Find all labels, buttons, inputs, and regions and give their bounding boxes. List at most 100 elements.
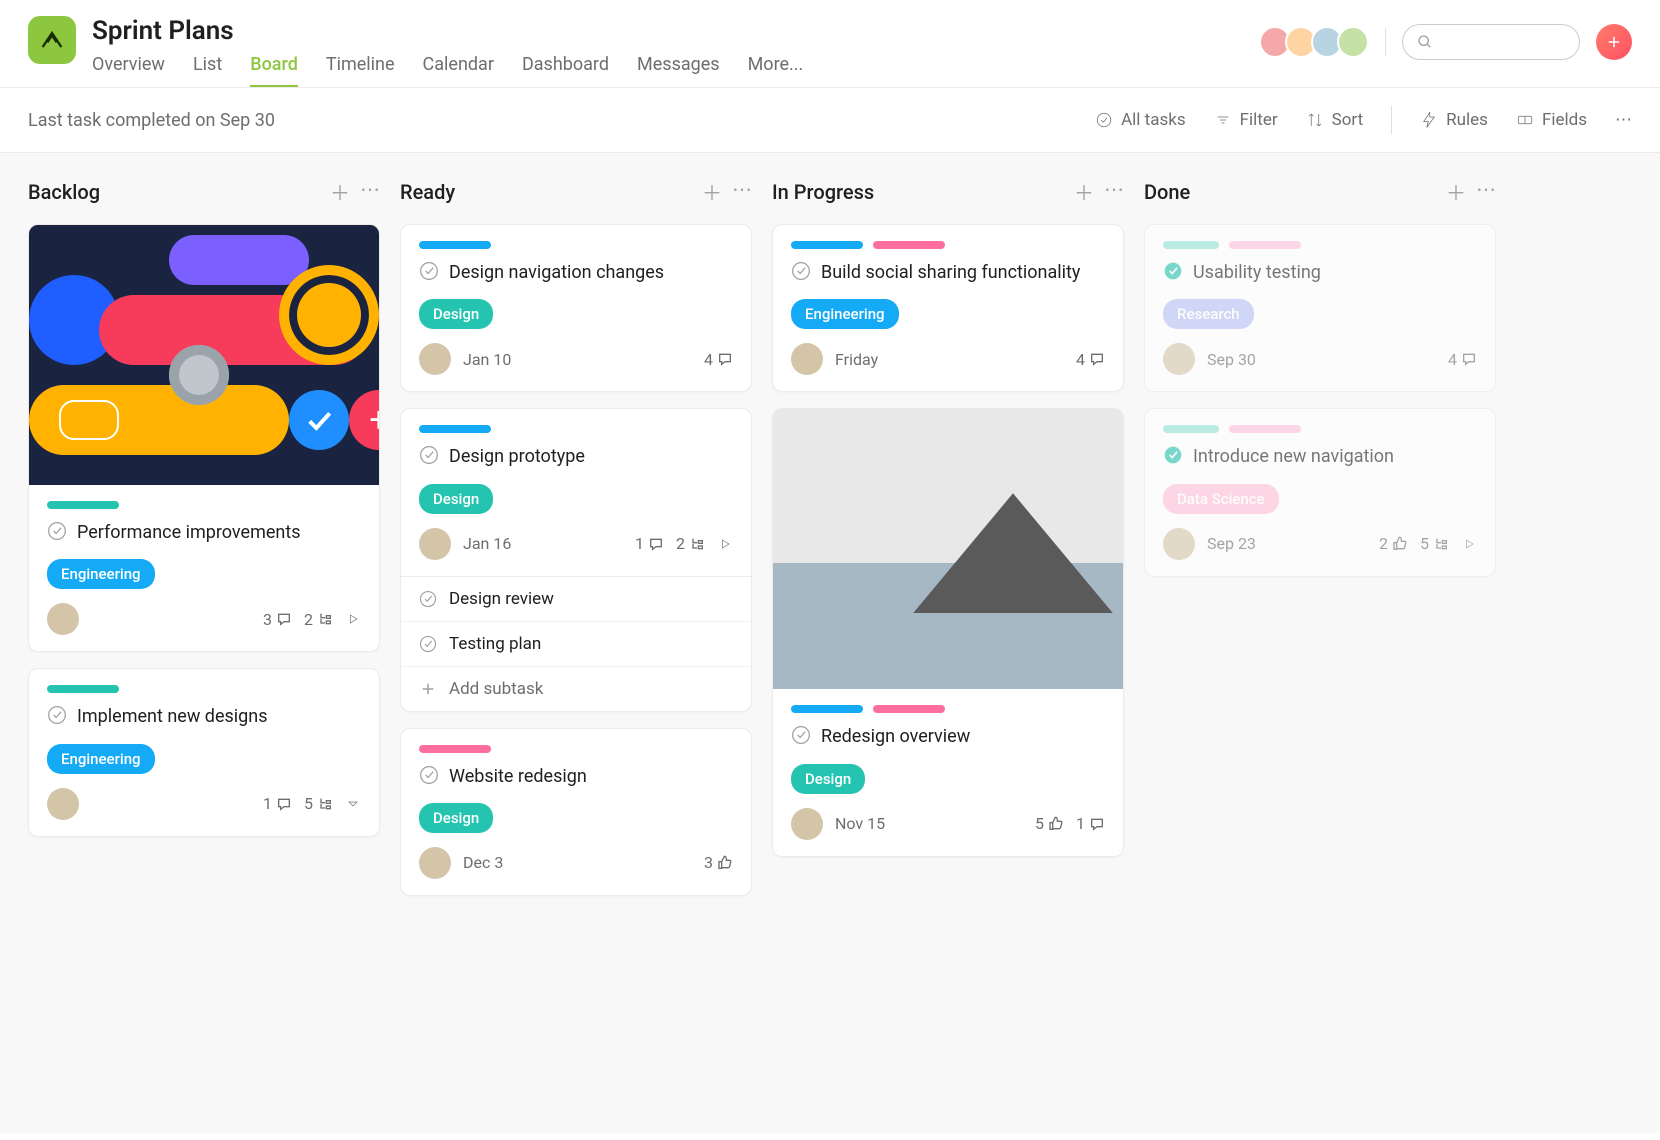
global-add-button[interactable] <box>1596 24 1632 60</box>
stat-subtask[interactable]: 5 <box>1420 534 1449 553</box>
tab-dashboard[interactable]: Dashboard <box>522 48 609 87</box>
due-date: Sep 23 <box>1207 534 1256 553</box>
task-title: Usability testing <box>1193 261 1321 285</box>
stat-like[interactable]: 5 <box>1035 814 1064 833</box>
stat-like[interactable]: 2 <box>1379 534 1408 553</box>
assignee-avatar[interactable] <box>47 788 79 820</box>
tag-engineering[interactable]: Engineering <box>47 559 155 589</box>
tab-overview[interactable]: Overview <box>92 48 165 87</box>
check-circle-icon <box>1095 111 1113 129</box>
complete-checkbox[interactable] <box>791 261 811 281</box>
complete-checkbox[interactable] <box>791 725 811 745</box>
task-title: Website redesign <box>449 765 587 789</box>
tag-design[interactable]: Design <box>419 484 493 514</box>
status-pill <box>419 425 491 433</box>
complete-checkbox[interactable] <box>47 521 67 541</box>
card-pills <box>419 241 733 249</box>
assignee-avatar[interactable] <box>419 847 451 879</box>
add-card-button[interactable]: ＋ <box>1446 177 1466 206</box>
task-card[interactable]: Design prototypeDesignJan 1612Design rev… <box>400 408 752 711</box>
search-input[interactable] <box>1402 24 1580 60</box>
tag-design[interactable]: Design <box>419 299 493 329</box>
column-menu[interactable]: ⋯ <box>360 177 380 206</box>
filter-button[interactable]: Filter <box>1214 110 1278 130</box>
task-card[interactable]: Redesign overviewDesignNov 1551 <box>772 408 1124 856</box>
assignee-avatar[interactable] <box>419 343 451 375</box>
stat-comment[interactable]: 1 <box>263 794 292 813</box>
tab-calendar[interactable]: Calendar <box>423 48 494 87</box>
tab-board[interactable]: Board <box>250 48 298 87</box>
assignee-avatar[interactable] <box>419 528 451 560</box>
add-card-button[interactable]: ＋ <box>330 177 350 206</box>
subheader: Last task completed on Sep 30 All tasks … <box>0 88 1660 153</box>
add-subtask-button[interactable]: Add subtask <box>401 667 751 711</box>
status-pill <box>791 705 863 713</box>
subtask-row[interactable]: Design review <box>401 577 751 622</box>
stat-comment[interactable]: 1 <box>635 534 664 553</box>
task-card[interactable]: Usability testingResearchSep 304 <box>1144 224 1496 392</box>
project-members[interactable] <box>1265 26 1369 58</box>
all-tasks-filter[interactable]: All tasks <box>1095 110 1186 130</box>
stat-play[interactable] <box>345 611 361 627</box>
tag-datascience[interactable]: Data Science <box>1163 484 1279 514</box>
add-card-button[interactable]: ＋ <box>1074 177 1094 206</box>
more-menu[interactable]: ⋯ <box>1615 110 1632 130</box>
tag-engineering[interactable]: Engineering <box>47 744 155 774</box>
task-card[interactable]: Implement new designs Engineering 15 <box>28 668 380 836</box>
stat-comment[interactable]: 4 <box>1076 350 1105 369</box>
stat-comment[interactable]: 4 <box>704 350 733 369</box>
assignee-avatar[interactable] <box>791 808 823 840</box>
complete-checkbox[interactable] <box>1163 445 1183 465</box>
column-title: Ready <box>400 180 455 204</box>
stat-comment[interactable]: 3 <box>263 610 292 629</box>
stat-play[interactable] <box>717 536 733 552</box>
tab-timeline[interactable]: Timeline <box>326 48 395 87</box>
tab-more[interactable]: More... <box>748 48 804 87</box>
stat-caret[interactable] <box>345 796 361 812</box>
complete-checkbox[interactable] <box>419 765 439 785</box>
tag-design[interactable]: Design <box>419 803 493 833</box>
task-title: Implement new designs <box>77 705 268 729</box>
task-card[interactable]: Build social sharing functionalityEngine… <box>772 224 1124 392</box>
stat-like[interactable]: 3 <box>704 853 733 872</box>
complete-checkbox[interactable] <box>47 705 67 725</box>
task-card[interactable]: +Performance improvementsEngineering32 <box>28 224 380 652</box>
stat-play[interactable] <box>1461 536 1477 552</box>
stat-subtask[interactable]: 5 <box>304 794 333 813</box>
stat-comment[interactable]: 4 <box>1448 350 1477 369</box>
stat-subtask[interactable]: 2 <box>676 534 705 553</box>
complete-checkbox[interactable] <box>419 261 439 281</box>
tab-list[interactable]: List <box>193 48 222 87</box>
task-card[interactable]: Introduce new navigationData ScienceSep … <box>1144 408 1496 576</box>
column-menu[interactable]: ⋯ <box>732 177 752 206</box>
task-title: Design navigation changes <box>449 261 664 285</box>
column-menu[interactable]: ⋯ <box>1476 177 1496 206</box>
tab-messages[interactable]: Messages <box>637 48 720 87</box>
stat-comment[interactable]: 1 <box>1076 814 1105 833</box>
assignee-avatar[interactable] <box>47 603 79 635</box>
add-card-button[interactable]: ＋ <box>702 177 722 206</box>
due-date: Jan 16 <box>463 534 511 553</box>
card-pills <box>419 425 733 433</box>
column-menu[interactable]: ⋯ <box>1104 177 1124 206</box>
card-pills <box>1163 425 1477 433</box>
avatar[interactable] <box>1337 26 1369 58</box>
task-card[interactable]: Website redesignDesignDec 33 <box>400 728 752 896</box>
assignee-avatar[interactable] <box>1163 528 1195 560</box>
complete-checkbox[interactable] <box>419 445 439 465</box>
tag-engineering[interactable]: Engineering <box>791 299 899 329</box>
rules-button[interactable]: Rules <box>1420 110 1488 130</box>
stat-subtask[interactable]: 2 <box>304 610 333 629</box>
sort-button[interactable]: Sort <box>1306 110 1364 130</box>
assignee-avatar[interactable] <box>1163 343 1195 375</box>
tag-research light[interactable]: Research <box>1163 299 1254 329</box>
fields-button[interactable]: Fields <box>1516 110 1587 130</box>
tag-design[interactable]: Design <box>791 764 865 794</box>
card-cover <box>773 409 1123 689</box>
complete-checkbox[interactable] <box>1163 261 1183 281</box>
due-date: Friday <box>835 350 878 369</box>
task-card[interactable]: Design navigation changesDesignJan 104 <box>400 224 752 392</box>
subtask-row[interactable]: Testing plan <box>401 622 751 667</box>
assignee-avatar[interactable] <box>791 343 823 375</box>
project-logo[interactable] <box>28 16 76 64</box>
